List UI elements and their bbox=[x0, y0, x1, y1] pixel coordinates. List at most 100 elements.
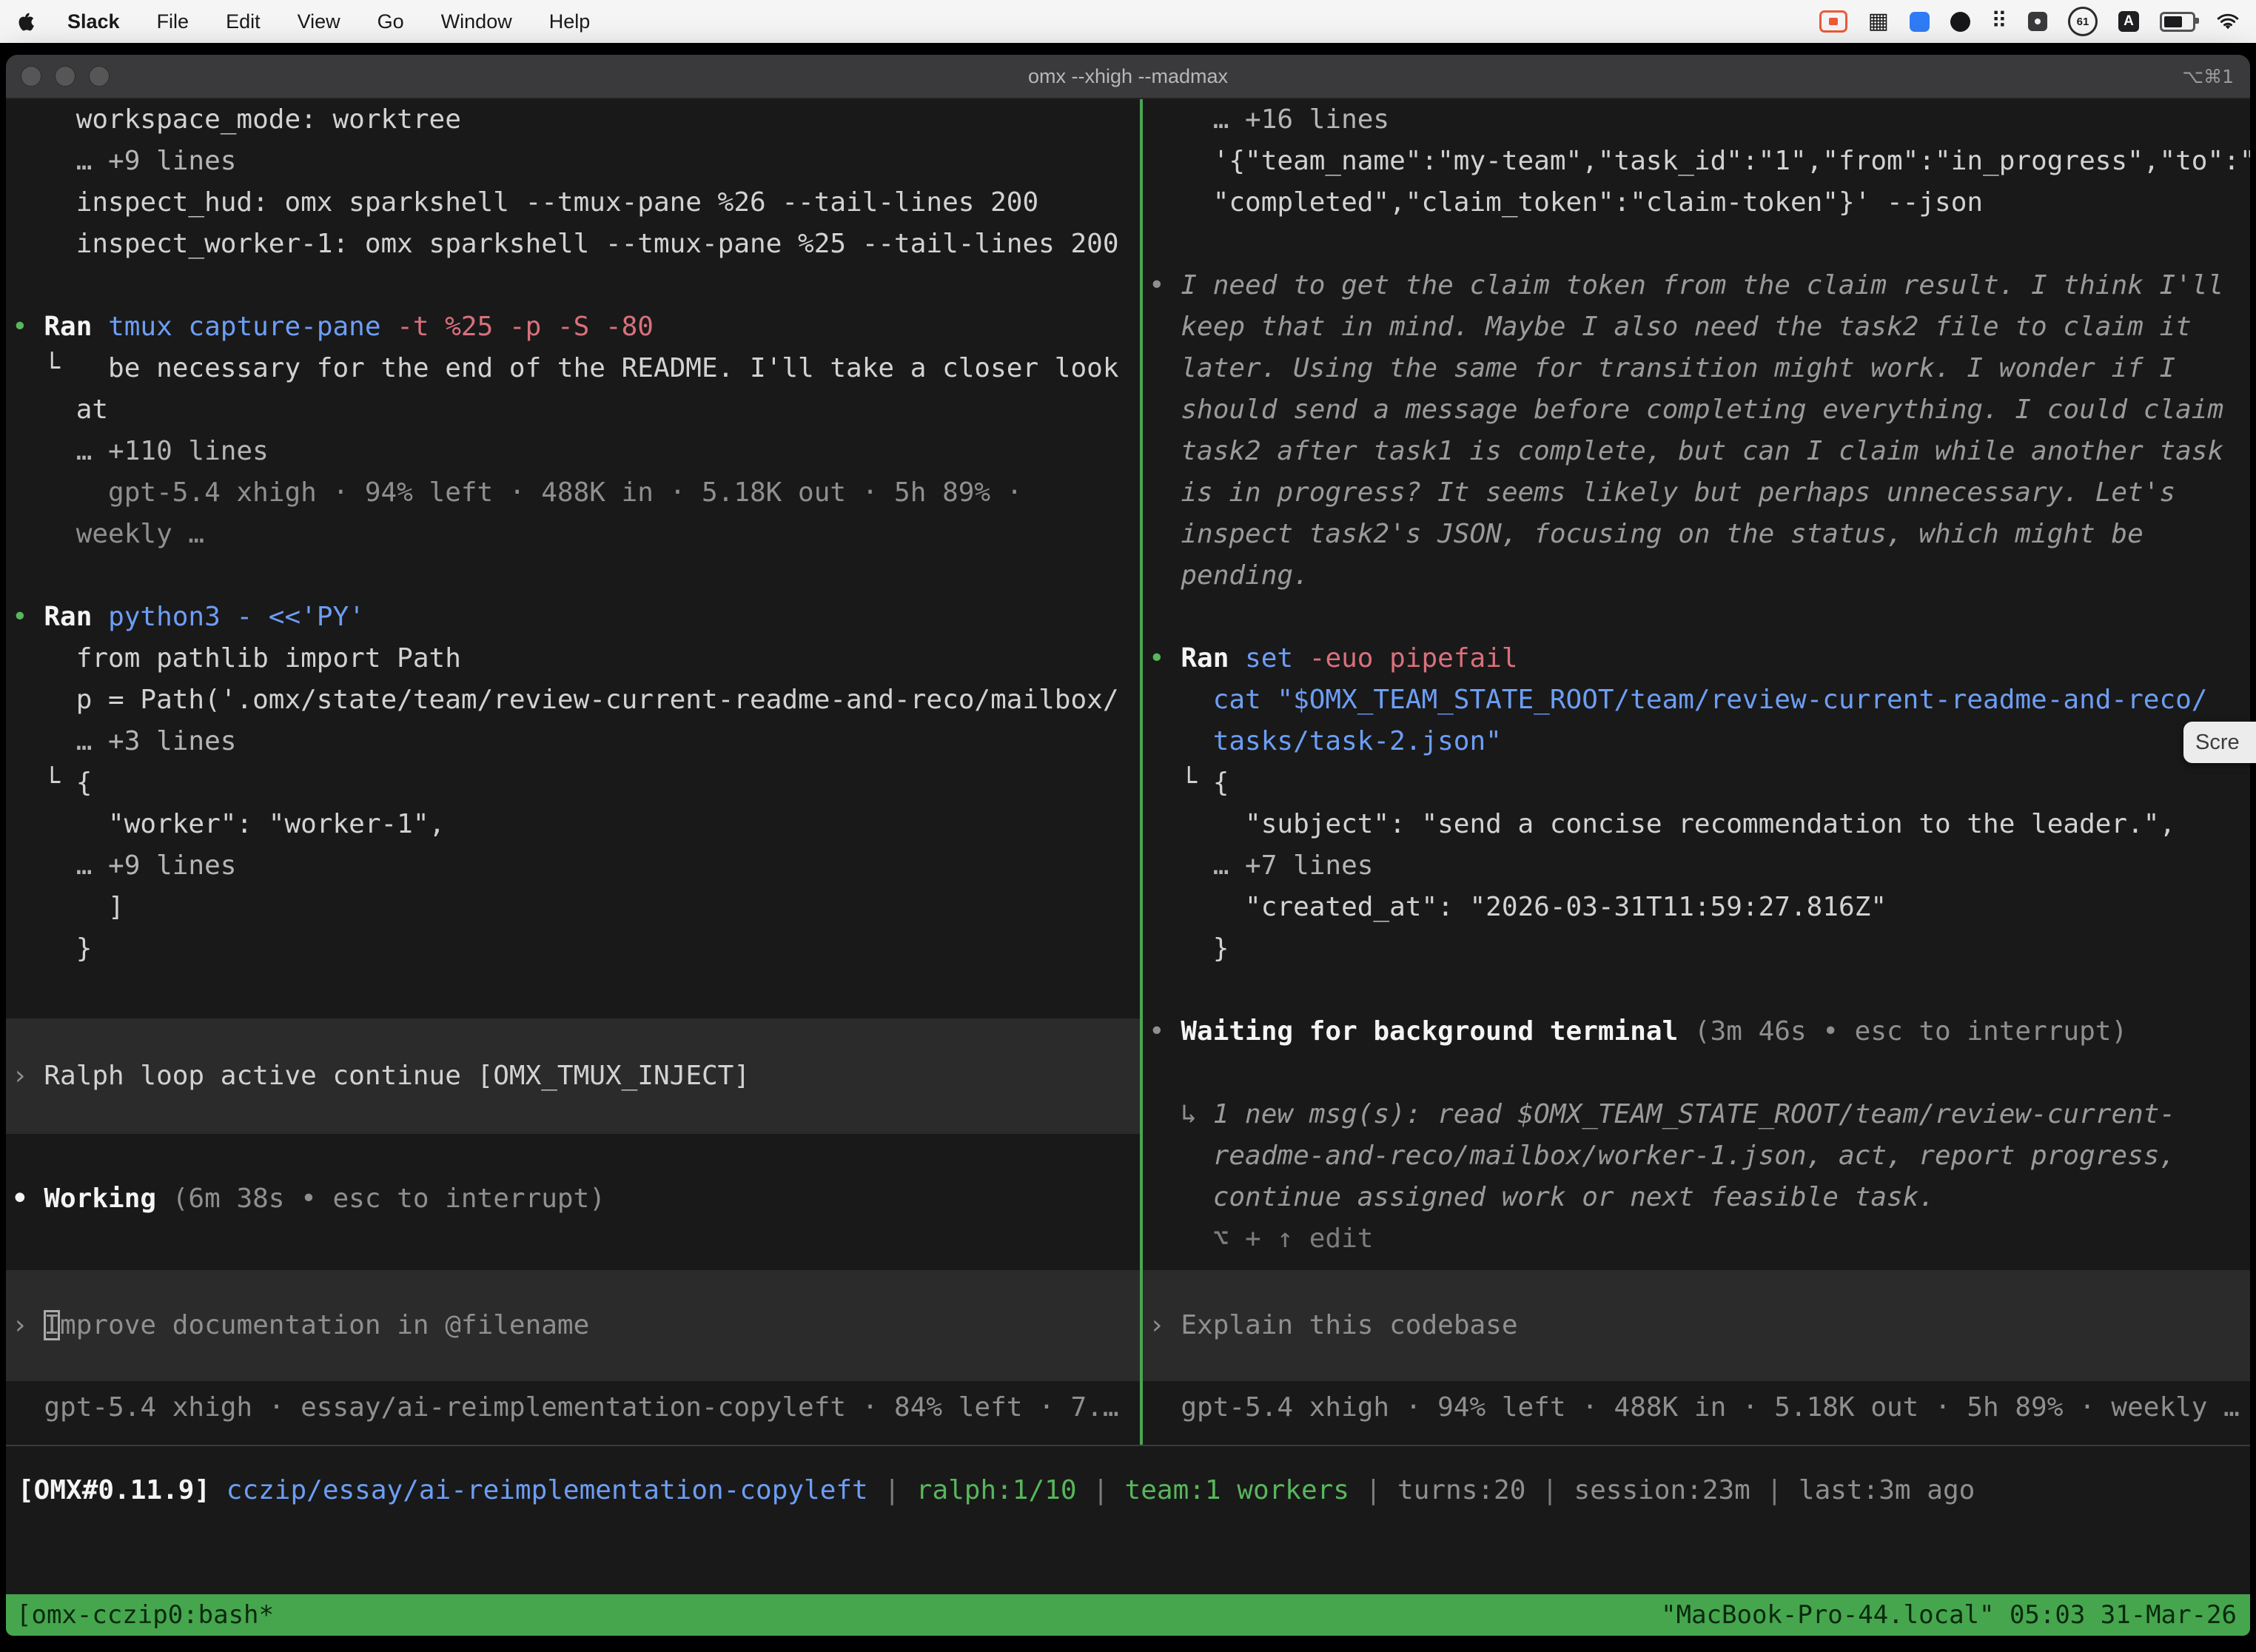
input-source-icon[interactable]: A bbox=[2118, 11, 2139, 32]
terminal-text-segment: └ be necessary for the end of the README… bbox=[12, 353, 1119, 383]
menu-left: Slack File Edit View Go Window Help bbox=[0, 0, 608, 43]
terminal-text-segment: (3m 46s • esc to interrupt) bbox=[1694, 1016, 2127, 1047]
reasoning-block: • I need to get the claim token from the… bbox=[1143, 265, 2250, 597]
terminal-line: "created_at": "2026-03-31T11:59:27.816Z" bbox=[1149, 887, 2250, 928]
battery-icon[interactable] bbox=[2160, 12, 2195, 32]
dark-app-icon[interactable] bbox=[1950, 12, 1970, 32]
terminal-text-segment: I need to get the claim token from the c… bbox=[1181, 270, 2223, 300]
left-pane[interactable]: workspace_mode: worktree … +9 lines insp… bbox=[6, 99, 1140, 1445]
macos-menu-bar: Slack File Edit View Go Window Help ▦ ⠿ … bbox=[0, 0, 2256, 43]
terminal-text-segment: session:23m bbox=[1574, 1475, 1750, 1505]
terminal-text-segment: Ralph loop active continue [OMX_TMUX_INJ… bbox=[44, 1061, 750, 1091]
terminal-line: } bbox=[12, 928, 1140, 970]
terminal-text-segment: tmux capture-pane bbox=[108, 312, 397, 342]
terminal-text-segment: … +110 lines bbox=[12, 436, 269, 466]
grid-app-icon[interactable]: ▦ bbox=[1868, 10, 1889, 33]
terminal-text-segment: inspect_worker-1: omx sparkshell --tmux-… bbox=[12, 229, 1119, 259]
terminal-text-segment: mprove documentation in @filename bbox=[60, 1310, 589, 1340]
working-line: • Working (6m 38s • esc to interrupt) bbox=[6, 1178, 1140, 1220]
tmux-session-label: [omx-cczip0:bash* bbox=[16, 1600, 274, 1630]
terminal-text-segment: readme-and-reco/mailbox/worker-1.json, a… bbox=[1149, 1141, 2175, 1171]
menu-item-help[interactable]: Help bbox=[531, 0, 609, 43]
terminal-text-segment: • bbox=[12, 1183, 44, 1214]
json-output: … +16 lines '{"team_name":"my-team","tas… bbox=[1143, 99, 2250, 224]
terminal-text-segment: is in progress? It seems likely but perh… bbox=[1149, 477, 2175, 508]
left-statusline: gpt-5.4 xhigh · essay/ai-reimplementatio… bbox=[6, 1387, 1140, 1428]
terminal-line: continue assigned work or next feasible … bbox=[1149, 1177, 2250, 1218]
terminal-text-segment: › bbox=[12, 1061, 44, 1091]
terminal-text-segment: ralph:1/10 bbox=[916, 1475, 1077, 1505]
left-input[interactable]: › Improve documentation in @filename bbox=[6, 1270, 1140, 1381]
screen-popover[interactable]: Scre bbox=[2183, 722, 2256, 763]
menu-item-go[interactable]: Go bbox=[359, 0, 423, 43]
terminal-text-segment: set bbox=[1245, 643, 1309, 674]
blue-app-icon[interactable] bbox=[1910, 12, 1930, 32]
terminal-line: workspace_mode: worktree bbox=[12, 99, 1140, 141]
terminal-line: … +9 lines bbox=[12, 141, 1140, 182]
omx-status-line: [OMX#0.11.9] cczip/essay/ai-reimplementa… bbox=[6, 1446, 2250, 1618]
terminal-line: › Improve documentation in @filename bbox=[12, 1305, 1140, 1346]
terminal-text-segment: pending. bbox=[1149, 560, 1309, 591]
terminal-line: at bbox=[12, 389, 1140, 431]
menu-item-view[interactable]: View bbox=[279, 0, 359, 43]
terminal-line: └ { bbox=[12, 762, 1140, 804]
terminal-text-segment: gpt-5.4 xhigh · 94% left · 488K in · 5.1… bbox=[12, 477, 1022, 508]
wifi-icon[interactable] bbox=[2216, 12, 2240, 31]
right-pane[interactable]: … +16 lines '{"team_name":"my-team","tas… bbox=[1143, 99, 2250, 1445]
terminal-text-segment: Ran bbox=[1181, 643, 1245, 674]
apple-menu-icon[interactable] bbox=[18, 12, 49, 31]
dots-grid-icon[interactable]: ⠿ bbox=[1991, 10, 2007, 33]
terminal-text-segment: -euo pipefail bbox=[1309, 643, 1518, 674]
terminal-text-segment: "completed","claim_token":"claim-token"}… bbox=[1149, 187, 1983, 218]
ran-tmux-block: • Ran tmux capture-pane -t %25 -p -S -80… bbox=[6, 306, 1140, 555]
terminal-line: readme-and-reco/mailbox/worker-1.json, a… bbox=[1149, 1135, 2250, 1177]
menu-item-window[interactable]: Window bbox=[423, 0, 531, 43]
tmux-status-bar: [omx-cczip0:bash* "MacBook-Pro-44.local"… bbox=[6, 1594, 2250, 1636]
terminal-line: "subject": "send a concise recommendatio… bbox=[1149, 804, 2250, 845]
terminal-text-segment: tasks/task-2.json" bbox=[1149, 726, 1502, 756]
screen-recording-icon[interactable] bbox=[1819, 10, 1847, 33]
terminal-text-segment: continue assigned work or next feasible … bbox=[1149, 1182, 1935, 1212]
terminal-text-segment: … +16 lines bbox=[1149, 104, 1389, 135]
terminal-text-segment: gpt-5.4 xhigh · 94% left · 488K in · 5.1… bbox=[1149, 1392, 2240, 1423]
window-shortcut-hint: ⌥⌘1 bbox=[2182, 66, 2234, 87]
terminal-line: keep that in mind. Maybe I also need the… bbox=[1149, 306, 2250, 348]
terminal-text-segment: ↳ bbox=[1149, 1099, 1213, 1129]
ralph-banner[interactable]: › Ralph loop active continue [OMX_TMUX_I… bbox=[6, 1018, 1140, 1134]
terminal-text-segment: Ran bbox=[44, 602, 108, 632]
terminal-text-segment: • bbox=[1149, 270, 1181, 300]
terminal-text-segment: ⌥ + ↑ edit bbox=[1149, 1223, 1373, 1254]
menu-app-name[interactable]: Slack bbox=[49, 0, 138, 43]
terminal-line: inspect task2's JSON, focusing on the st… bbox=[1149, 514, 2250, 555]
terminal-line: pending. bbox=[1149, 555, 2250, 597]
terminal-text-segment: python3 - <<'PY' bbox=[108, 602, 365, 632]
terminal-text-segment: workspace_mode: worktree bbox=[12, 104, 461, 135]
terminal-line: from pathlib import Path bbox=[12, 638, 1140, 679]
window-titlebar[interactable]: omx --xhigh --madmax ⌥⌘1 bbox=[6, 55, 2250, 99]
terminal-line: • Waiting for background terminal (3m 46… bbox=[1149, 1011, 2250, 1052]
utility-app-icon[interactable] bbox=[2028, 12, 2047, 31]
terminal-line: ⌥ + ↑ edit bbox=[1149, 1218, 2250, 1260]
terminal-text-segment: | bbox=[868, 1475, 916, 1505]
terminal-text-segment: keep that in mind. Maybe I also need the… bbox=[1149, 312, 2192, 342]
ran-set-block: • Ran set -euo pipefail cat "$OMX_TEAM_S… bbox=[1143, 638, 2250, 970]
terminal-line: is in progress? It seems likely but perh… bbox=[1149, 472, 2250, 514]
terminal-line: inspect_hud: omx sparkshell --tmux-pane … bbox=[12, 182, 1140, 224]
terminal-text-segment: | bbox=[1750, 1475, 1799, 1505]
terminal-line: ↳ 1 new msg(s): read $OMX_TEAM_STATE_ROO… bbox=[1149, 1094, 2250, 1135]
menu-item-file[interactable]: File bbox=[138, 0, 208, 43]
terminal-text-segment: I bbox=[44, 1310, 60, 1340]
menu-item-edit[interactable]: Edit bbox=[207, 0, 279, 43]
terminal-line: › Explain this codebase bbox=[1149, 1305, 2250, 1346]
battery-percent-badge[interactable]: 61 bbox=[2068, 7, 2098, 36]
terminal-text-segment: gpt-5.4 xhigh · essay/ai-reimplementatio… bbox=[12, 1392, 1119, 1423]
terminal-line: • Ran tmux capture-pane -t %25 -p -S -80 bbox=[12, 306, 1140, 348]
right-input[interactable]: › Explain this codebase bbox=[1143, 1270, 2250, 1381]
terminal-line: [OMX#0.11.9] cczip/essay/ai-reimplementa… bbox=[18, 1470, 2250, 1511]
terminal-line: cat "$OMX_TEAM_STATE_ROOT/team/review-cu… bbox=[1149, 679, 2250, 721]
terminal-text-segment bbox=[210, 1475, 226, 1505]
terminal-line: "completed","claim_token":"claim-token"}… bbox=[1149, 182, 2250, 224]
terminal-line: "worker": "worker-1", bbox=[12, 804, 1140, 845]
terminal-line: • Working (6m 38s • esc to interrupt) bbox=[12, 1178, 1140, 1220]
terminal-text-segment: inspect_hud: omx sparkshell --tmux-pane … bbox=[12, 187, 1038, 218]
